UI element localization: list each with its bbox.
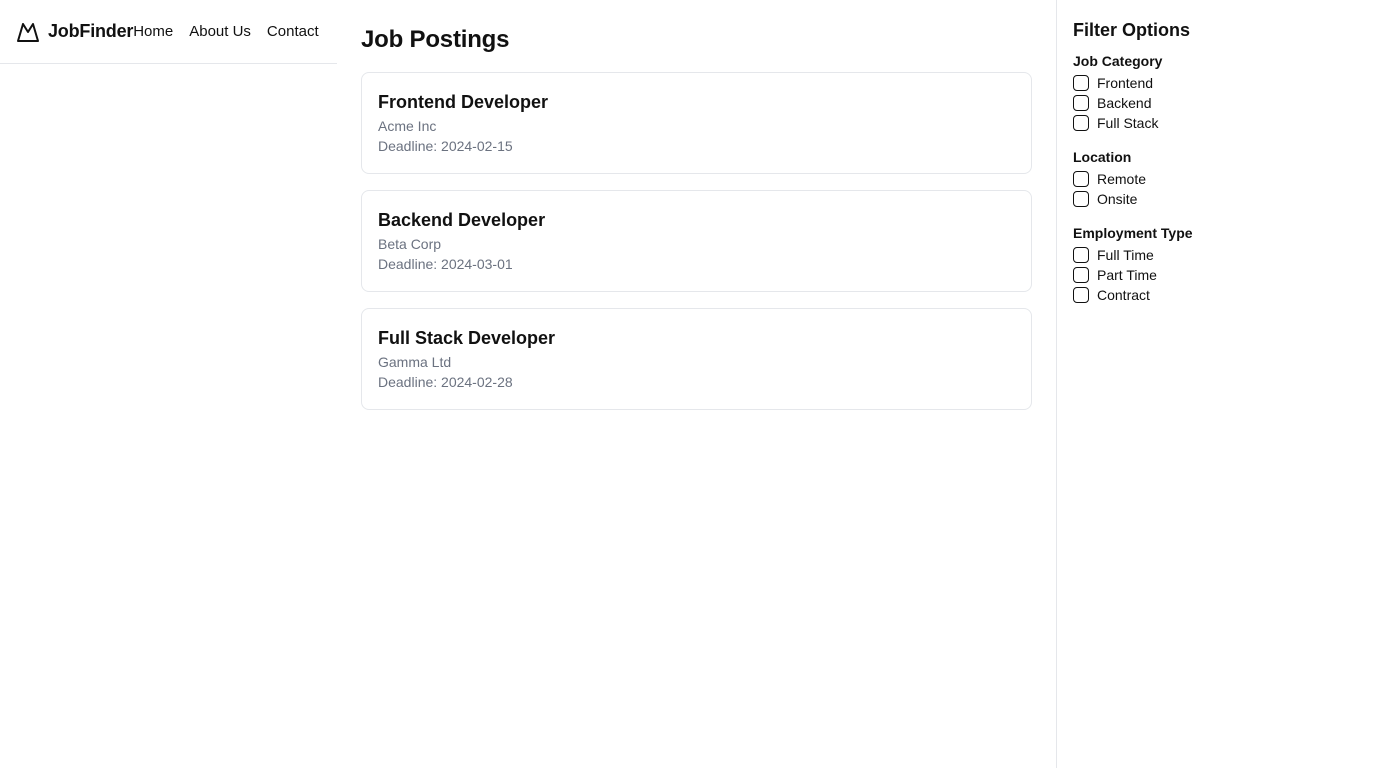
job-company: Gamma Ltd [378, 354, 452, 370]
left-column: JobFinder Home About Us Contact [0, 0, 337, 768]
nav-about-us[interactable]: About Us [189, 23, 251, 40]
filter-option-label: Backend [1097, 95, 1152, 111]
job-deadline: Deadline: 2024-02-28 [378, 374, 513, 390]
filter-option-label: Full Stack [1097, 115, 1159, 131]
nav-home[interactable]: Home [133, 23, 173, 40]
filter-option-frontend[interactable]: Frontend [1073, 73, 1376, 93]
job-title: Frontend Developer [378, 92, 549, 112]
filter-sidebar: Filter Options Job Category Frontend Bac… [1056, 0, 1376, 768]
job-deadline: Deadline: 2024-03-01 [378, 256, 513, 272]
filter-group-job-category: Job Category Frontend Backend Full Stack [1073, 51, 1376, 133]
filter-option-label: Remote [1097, 171, 1147, 187]
filter-group-title: Employment Type [1073, 225, 1193, 241]
filter-group-title: Location [1073, 149, 1132, 165]
onsite-checkbox[interactable] [1073, 191, 1089, 207]
job-card[interactable]: Backend Developer Beta Corp Deadline: 20… [361, 190, 1032, 292]
contract-checkbox[interactable] [1073, 287, 1089, 303]
filter-option-label: Frontend [1097, 75, 1154, 91]
filter-option-label: Part Time [1097, 267, 1157, 283]
filter-title: Filter Options [1073, 20, 1190, 40]
filter-group-location: Location Remote Onsite [1073, 147, 1376, 209]
frontend-checkbox[interactable] [1073, 75, 1089, 91]
job-list: Frontend Developer Acme Inc Deadline: 20… [361, 72, 1032, 410]
filter-option-label: Contract [1097, 287, 1150, 303]
main-content: Job Postings Frontend Developer Acme Inc… [361, 0, 1032, 426]
job-deadline: Deadline: 2024-02-15 [378, 138, 513, 154]
job-card[interactable]: Full Stack Developer Gamma Ltd Deadline:… [361, 308, 1032, 410]
job-title: Backend Developer [378, 210, 546, 230]
filter-option-full-stack[interactable]: Full Stack [1073, 113, 1376, 133]
nav-contact[interactable]: Contact [267, 23, 319, 40]
filter-option-contract[interactable]: Contract [1073, 285, 1376, 305]
page-title: Job Postings [361, 26, 510, 53]
job-company: Acme Inc [378, 118, 437, 134]
header: JobFinder Home About Us Contact [0, 0, 337, 64]
brand-link[interactable]: JobFinder [16, 20, 133, 44]
full-time-checkbox[interactable] [1073, 247, 1089, 263]
filter-group-title: Job Category [1073, 53, 1163, 69]
part-time-checkbox[interactable] [1073, 267, 1089, 283]
filter-option-onsite[interactable]: Onsite [1073, 189, 1376, 209]
job-company: Beta Corp [378, 236, 442, 252]
backend-checkbox[interactable] [1073, 95, 1089, 111]
filter-group-employment-type: Employment Type Full Time Part Time Cont… [1073, 223, 1376, 305]
filter-option-backend[interactable]: Backend [1073, 93, 1376, 113]
filter-option-label: Full Time [1097, 247, 1154, 263]
remote-checkbox[interactable] [1073, 171, 1089, 187]
brand-name: JobFinder [48, 21, 134, 41]
filter-option-label: Onsite [1097, 191, 1138, 207]
filter-option-part-time[interactable]: Part Time [1073, 265, 1376, 285]
job-card[interactable]: Frontend Developer Acme Inc Deadline: 20… [361, 72, 1032, 174]
mountain-icon [16, 20, 40, 44]
filter-option-full-time[interactable]: Full Time [1073, 245, 1376, 265]
full-stack-checkbox[interactable] [1073, 115, 1089, 131]
filter-option-remote[interactable]: Remote [1073, 169, 1376, 189]
main-nav: Home About Us Contact [133, 23, 334, 40]
job-title: Full Stack Developer [378, 328, 556, 348]
